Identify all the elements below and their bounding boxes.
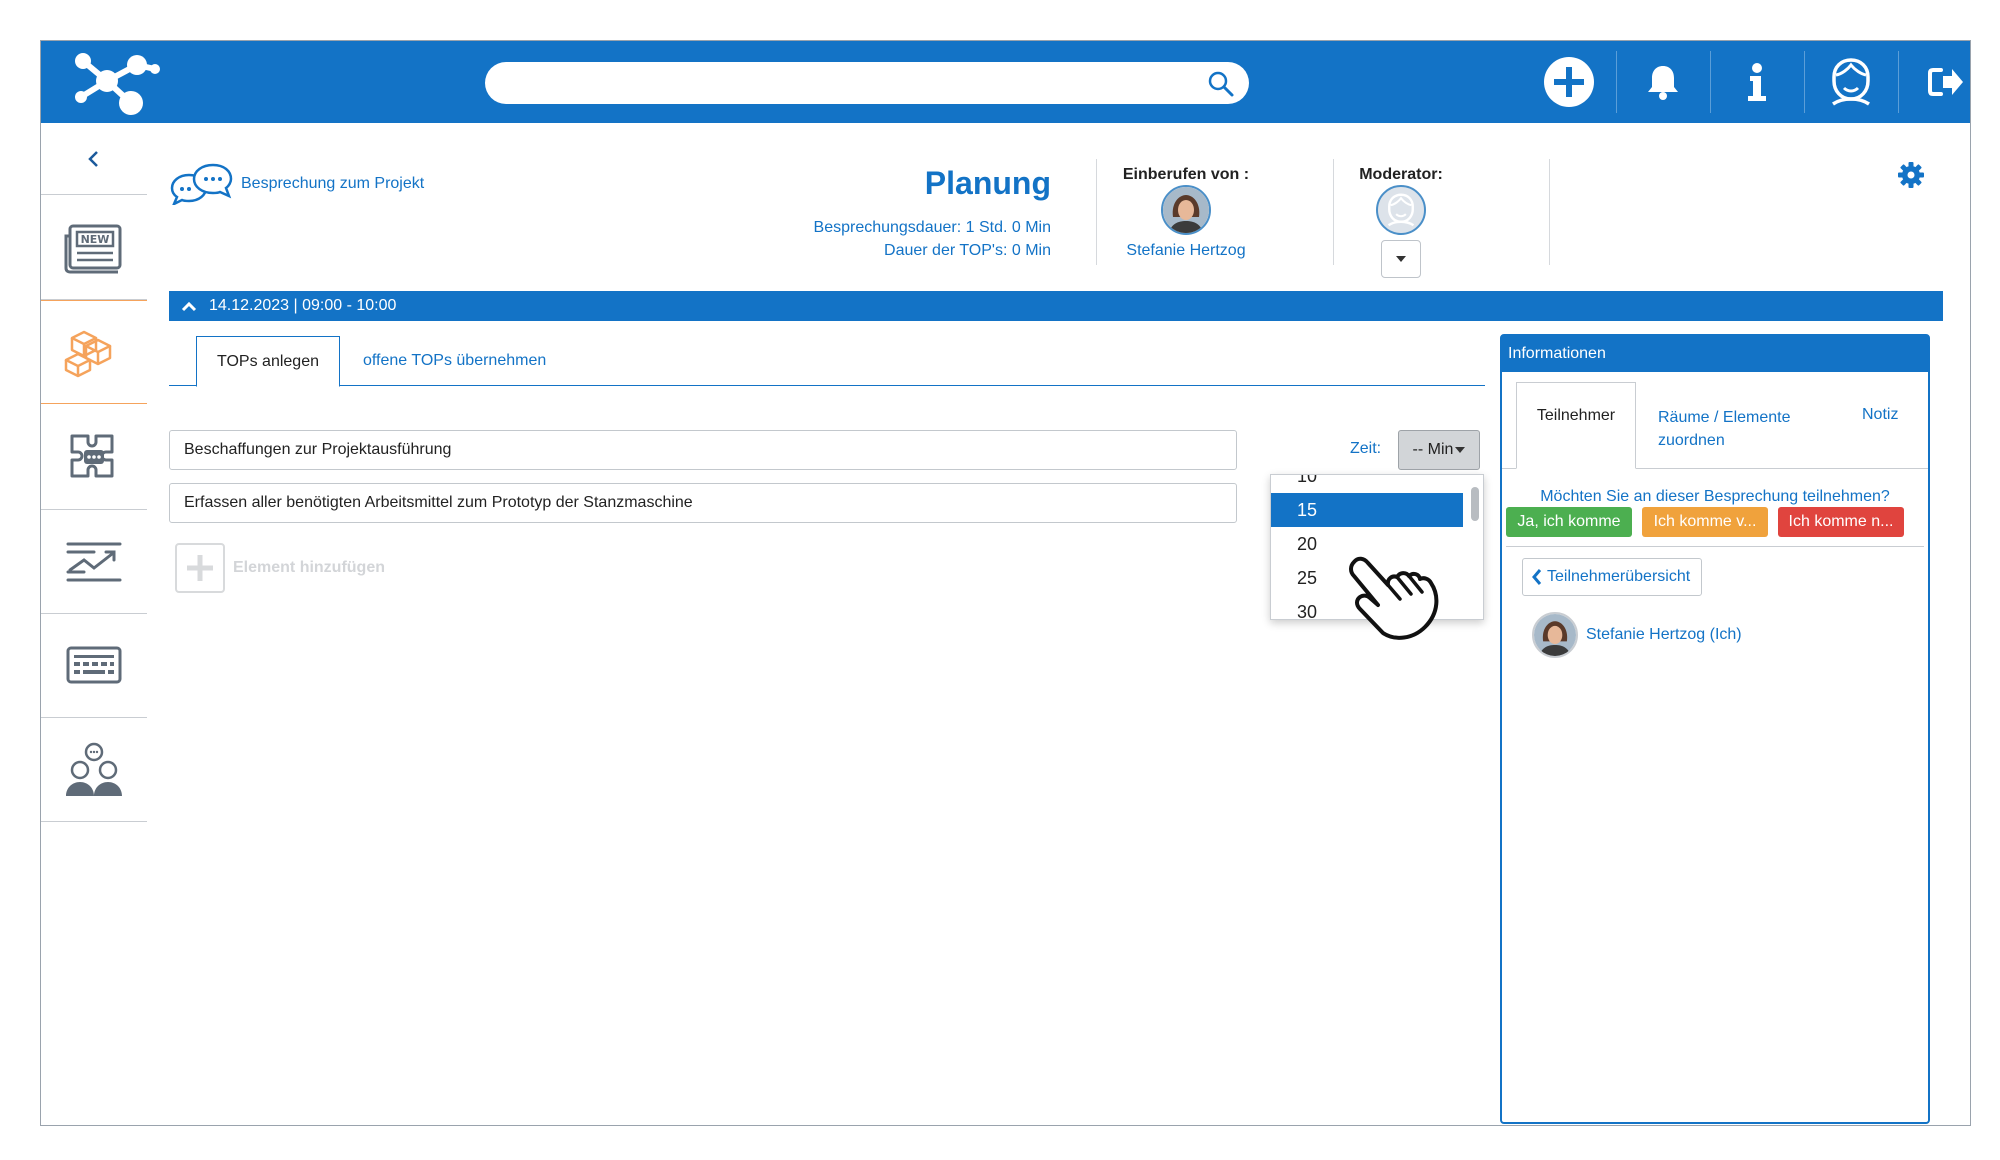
tab-rooms-elements[interactable]: Räume / Elemente zuordnen (1658, 406, 1808, 452)
time-option-selected[interactable]: 15 (1271, 493, 1463, 527)
divider (1549, 159, 1550, 265)
tab-open-tops[interactable]: offene TOPs übernehmen (363, 336, 546, 386)
sidebar-item-projects[interactable] (41, 300, 147, 404)
participant-overview-label: Teilnehmerübersicht (1547, 568, 1691, 585)
plus-icon (1544, 57, 1594, 107)
sidebar-item-meetings[interactable] (41, 718, 147, 822)
add-element-button[interactable]: Element hinzufügen (175, 543, 385, 593)
add-button[interactable] (1523, 41, 1615, 123)
participant-name[interactable]: Stefanie Hertzog (Ich) (1586, 626, 1742, 644)
attendance-question: Möchten Sie an dieser Besprechung teilne… (1540, 488, 1890, 505)
meeting-duration: Besprechungsdauer: 1 Std. 0 Min Dauer de… (741, 216, 1051, 262)
divider (1096, 159, 1097, 265)
hand-pointer-icon (1349, 556, 1439, 640)
page-title: Planung (924, 165, 1051, 201)
chevron-left-icon (1532, 569, 1542, 585)
person-photo-icon (1534, 614, 1576, 656)
sidebar-item-statistics[interactable] (41, 510, 147, 614)
info-panel: Informationen Teilnehmer Räume / Element… (1500, 334, 1930, 1124)
rsvp-no-button[interactable]: Ich komme n... (1778, 507, 1904, 537)
avatar-icon (1387, 193, 1415, 227)
time-option[interactable]: 10 (1271, 475, 1463, 493)
divider (1506, 546, 1924, 547)
person-photo-icon (1163, 187, 1209, 233)
dropdown-scrollbar[interactable] (1471, 487, 1479, 521)
bell-icon (1648, 66, 1678, 100)
top-bar (41, 41, 1970, 123)
info-icon (1748, 63, 1766, 101)
caret-down-icon (1396, 256, 1406, 262)
gear-icon[interactable] (1897, 161, 1925, 189)
time-select-value: -- Min (1412, 441, 1454, 458)
chevron-up-icon[interactable] (181, 300, 197, 312)
plus-icon (187, 555, 213, 581)
info-panel-title: Informationen (1502, 336, 1928, 372)
date-time-text: 14.12.2023 | 09:00 - 10:00 (209, 297, 397, 314)
svg-text:NEW: NEW (81, 233, 110, 246)
add-element-label: Element hinzufügen (233, 559, 385, 576)
meeting-duration-text: Besprechungsdauer: 1 Std. 0 Min (813, 219, 1051, 236)
agenda-item-input[interactable]: Erfassen aller benötigten Arbeitsmittel … (169, 483, 1237, 523)
search-input[interactable] (485, 62, 1249, 104)
sidebar-item-collaboration[interactable] (41, 406, 147, 510)
logout-button[interactable] (1899, 41, 1970, 123)
avatar-icon (1832, 58, 1870, 106)
moderator-avatar[interactable] (1376, 185, 1426, 235)
profile-button[interactable] (1805, 41, 1897, 123)
convener-avatar[interactable] (1161, 185, 1211, 235)
chevron-left-icon (88, 150, 98, 167)
news-icon: NEW (64, 224, 122, 273)
caret-down-icon (1455, 447, 1466, 453)
group-icon (66, 742, 122, 796)
meeting-type-label[interactable]: Besprechung zum Projekt (241, 175, 424, 193)
tab-participants[interactable]: Teilnehmer (1516, 382, 1636, 469)
boxes-icon (64, 330, 112, 378)
participant-overview-button[interactable]: Teilnehmerübersicht (1522, 558, 1702, 596)
notifications-button[interactable] (1617, 41, 1709, 123)
moderator-dropdown[interactable] (1381, 240, 1421, 278)
keyboard-icon (66, 646, 122, 683)
rsvp-yes-button[interactable]: Ja, ich komme (1506, 507, 1632, 537)
top-duration-text: Dauer der TOP's: 0 Min (884, 242, 1051, 259)
sidebar: NEW (41, 123, 147, 1125)
chart-icon (66, 542, 122, 581)
sidebar-item-devices[interactable] (41, 614, 147, 718)
participant-avatar[interactable] (1532, 612, 1578, 658)
convened-by-label: Einberufen von : (1122, 166, 1250, 183)
sidebar-item-news[interactable]: NEW (41, 196, 147, 300)
tab-note[interactable]: Notiz (1862, 406, 1898, 424)
app-window: NEW Besprechung zum Projekt Planung Besp… (40, 40, 1971, 1126)
add-box (175, 543, 225, 593)
network-logo-icon[interactable] (61, 47, 161, 117)
convener-name[interactable]: Stefanie Hertzog (1101, 242, 1271, 260)
info-button[interactable] (1711, 41, 1803, 123)
puzzle-icon (70, 434, 114, 477)
time-select[interactable]: -- Min (1398, 430, 1480, 470)
date-bar[interactable]: 14.12.2023 | 09:00 - 10:00 (169, 291, 1943, 321)
time-label: Zeit: (1350, 440, 1382, 457)
tab-create-tops[interactable]: TOPs anlegen (196, 336, 340, 387)
chat-bubbles-icon (170, 163, 233, 205)
rsvp-maybe-button[interactable]: Ich komme v... (1642, 507, 1768, 537)
agenda-item-input[interactable]: Beschaffungen zur Projektausführung (169, 430, 1237, 470)
meeting-type: Besprechung zum Projekt (169, 163, 424, 205)
sidebar-collapse-button[interactable] (41, 123, 147, 195)
search-icon[interactable] (1207, 70, 1235, 98)
moderator-label: Moderator: (1359, 166, 1443, 183)
logout-icon (1928, 68, 1963, 96)
